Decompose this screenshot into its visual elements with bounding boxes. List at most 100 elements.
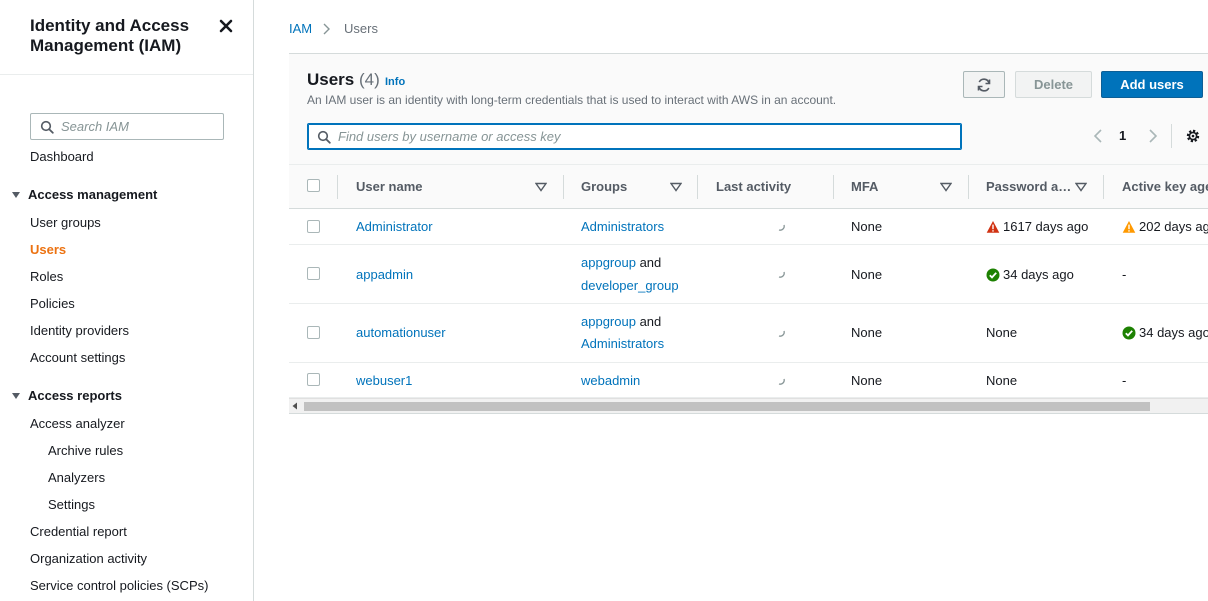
select-all-checkbox[interactable] <box>307 179 320 192</box>
caret-down-icon <box>12 393 20 399</box>
mfa-value: None <box>851 219 883 234</box>
column-divider <box>968 175 969 199</box>
sidebar-item-user-groups[interactable]: User groups <box>30 215 101 230</box>
close-icon[interactable] <box>217 17 235 35</box>
password-age-value: None <box>986 373 1018 388</box>
mfa-value: None <box>851 325 883 340</box>
add-users-button[interactable]: Add users <box>1101 71 1203 98</box>
sort-down-icon[interactable] <box>1075 182 1087 192</box>
sidebar-header: Identity and Access Management (IAM) <box>0 0 253 75</box>
sidebar-item-scps[interactable]: Service control policies (SCPs) <box>30 578 208 593</box>
table-row[interactable]: webuser1 webadmin None None - <box>289 363 1208 398</box>
scrollbar-thumb[interactable] <box>304 402 1150 411</box>
error-icon <box>986 221 1000 233</box>
column-header-password-age[interactable]: Password a… <box>986 179 1071 194</box>
password-age-value: 34 days ago <box>986 267 1074 282</box>
column-header-last-activity[interactable]: Last activity <box>716 179 791 194</box>
column-header-user-name[interactable]: User name <box>356 179 422 194</box>
scroll-left-icon[interactable] <box>291 402 299 410</box>
sidebar-item-identity-providers[interactable]: Identity providers <box>30 323 129 338</box>
column-header-groups[interactable]: Groups <box>581 179 627 194</box>
info-link[interactable]: Info <box>385 76 405 88</box>
mfa-value: None <box>851 267 883 282</box>
row-checkbox[interactable] <box>307 220 320 233</box>
sidebar-item-access-analyzer[interactable]: Access analyzer <box>30 416 125 431</box>
user-name-link[interactable]: webuser1 <box>356 373 412 388</box>
breadcrumb-users: Users <box>344 21 378 36</box>
key-age-text: 34 days ago <box>1139 325 1208 340</box>
search-icon <box>317 130 331 144</box>
sidebar-item-organization-activity[interactable]: Organization activity <box>30 551 147 566</box>
mfa-value: None <box>851 373 883 388</box>
group-link[interactable]: Administrators <box>581 219 664 234</box>
success-icon <box>986 268 1000 282</box>
group-link[interactable]: appgroup <box>581 255 636 270</box>
table-row[interactable]: Administrator Administrators None 1617 d… <box>289 209 1208 245</box>
user-name-link[interactable]: automationuser <box>356 325 446 340</box>
loading-spinner-icon <box>778 271 785 278</box>
caret-down-icon <box>12 192 20 198</box>
password-age-value: None <box>986 325 1018 340</box>
row-checkbox[interactable] <box>307 373 320 386</box>
sidebar-item-settings[interactable]: Settings <box>48 497 95 512</box>
delete-button[interactable]: Delete <box>1015 71 1092 98</box>
page-title-text: Users <box>307 70 355 89</box>
row-checkbox[interactable] <box>307 326 320 339</box>
table-header: User name Groups Last activity MFA Passw… <box>289 164 1208 209</box>
column-divider <box>697 175 698 199</box>
sort-down-icon[interactable] <box>535 182 547 192</box>
user-name-link[interactable]: Administrator <box>356 219 433 234</box>
sidebar-item-policies[interactable]: Policies <box>30 296 75 311</box>
sort-down-icon[interactable] <box>940 182 952 192</box>
sidebar-item-account-settings[interactable]: Account settings <box>30 350 125 365</box>
column-header-active-key-age[interactable]: Active key age <box>1122 179 1208 194</box>
loading-spinner-icon <box>778 330 785 337</box>
success-icon <box>1122 326 1136 340</box>
breadcrumb-iam[interactable]: IAM <box>289 21 312 36</box>
pagination-page[interactable]: 1 <box>1119 128 1126 143</box>
user-filter-input[interactable] <box>338 127 938 146</box>
sidebar-section-access-management[interactable]: Access management <box>12 187 157 202</box>
group-link[interactable]: developer_group <box>581 278 679 293</box>
table-row[interactable]: automationuser appgroup and Administrato… <box>289 304 1208 363</box>
row-checkbox[interactable] <box>307 267 320 280</box>
sidebar-section-access-reports[interactable]: Access reports <box>12 388 122 403</box>
pagination-next-icon[interactable] <box>1145 128 1159 144</box>
column-header-mfa[interactable]: MFA <box>851 179 878 194</box>
group-link[interactable]: Administrators <box>581 336 664 351</box>
group-link[interactable]: webadmin <box>581 373 640 388</box>
sidebar-search-input[interactable] <box>61 117 219 136</box>
pagination-divider <box>1171 124 1172 148</box>
pagination-prev-icon[interactable] <box>1092 128 1106 144</box>
chevron-right-icon <box>323 23 330 35</box>
key-age-value: - <box>1122 373 1127 388</box>
gear-icon[interactable] <box>1185 128 1201 144</box>
password-age-text: 34 days ago <box>1003 267 1074 282</box>
loading-spinner-icon <box>778 224 785 231</box>
sidebar-item-analyzers[interactable]: Analyzers <box>48 470 105 485</box>
warning-icon <box>1122 221 1136 233</box>
user-name-link[interactable]: appadmin <box>356 267 413 282</box>
key-age-text: 202 days ag <box>1139 219 1208 234</box>
group-link[interactable]: appgroup <box>581 314 636 329</box>
horizontal-scrollbar[interactable] <box>289 398 1208 414</box>
sidebar-item-roles[interactable]: Roles <box>30 269 63 284</box>
column-divider <box>1103 175 1104 199</box>
groups-cell: appgroup and <box>581 255 661 270</box>
sidebar-search[interactable] <box>30 113 224 140</box>
user-filter[interactable] <box>307 123 962 150</box>
table-row[interactable]: appadmin appgroup and developer_group No… <box>289 245 1208 304</box>
key-age-value: - <box>1122 267 1127 282</box>
password-age-text: 1617 days ago <box>1003 219 1089 234</box>
sidebar-section-label: Access management <box>28 187 158 202</box>
users-description: An IAM user is an identity with long-ter… <box>307 93 837 107</box>
refresh-button[interactable] <box>963 71 1005 98</box>
users-count: (4) <box>359 70 380 89</box>
sidebar-item-archive-rules[interactable]: Archive rules <box>48 443 123 458</box>
page-title: Users (4) <box>307 70 380 90</box>
key-age-value: 202 days ag <box>1122 219 1208 234</box>
sidebar-item-credential-report[interactable]: Credential report <box>30 524 127 539</box>
sidebar-item-dashboard[interactable]: Dashboard <box>30 149 94 164</box>
sort-down-icon[interactable] <box>670 182 682 192</box>
sidebar-item-users[interactable]: Users <box>30 242 66 257</box>
